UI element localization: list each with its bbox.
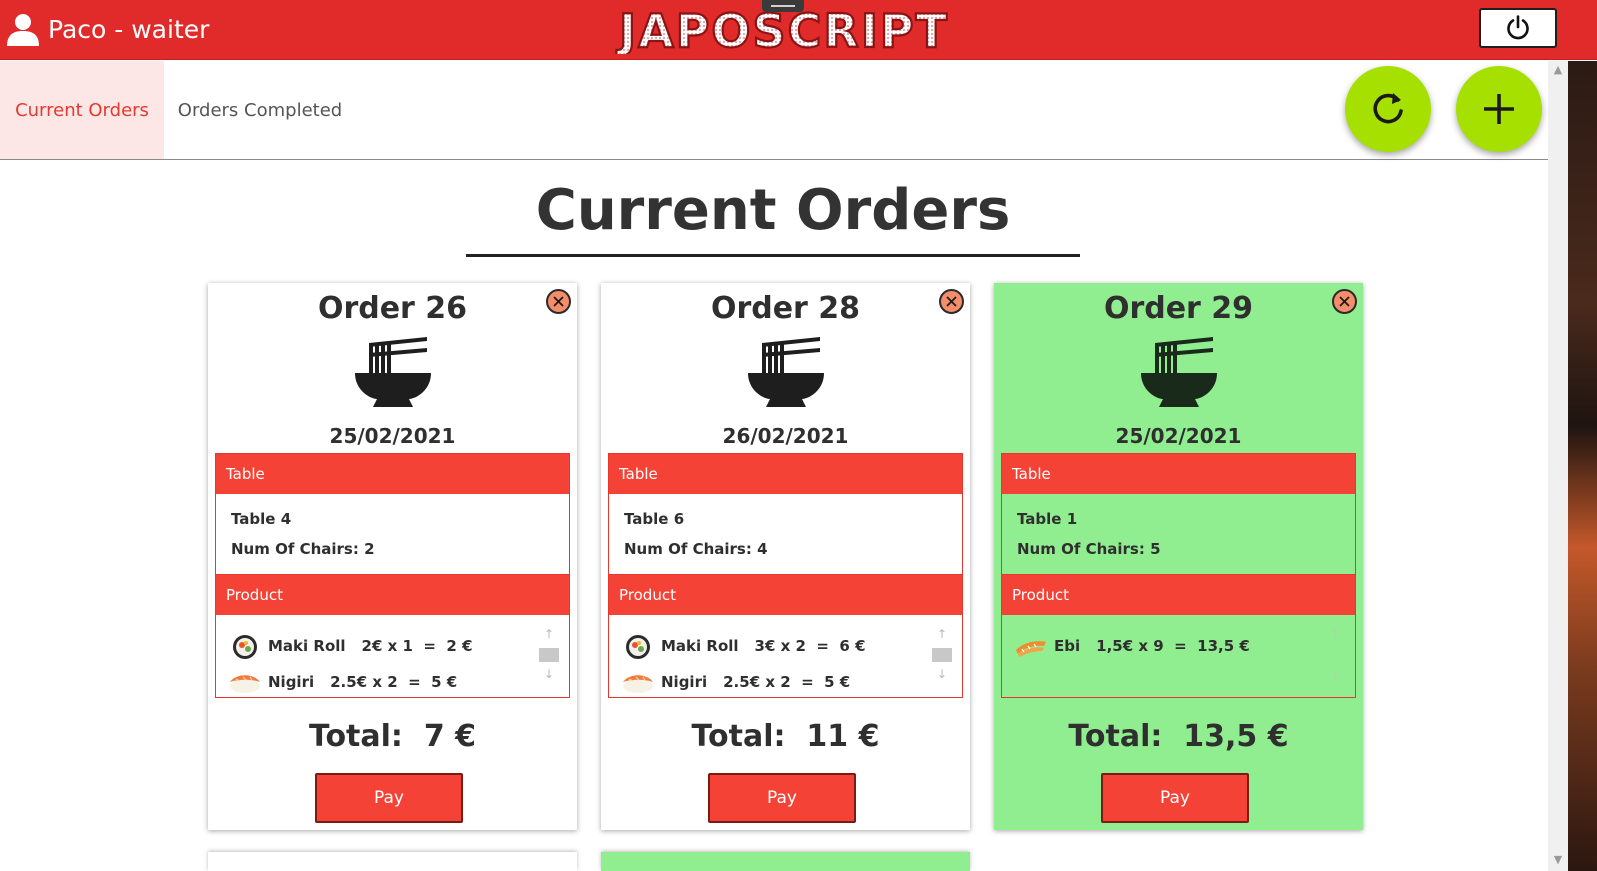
product-name: Nigiri <box>268 673 315 691</box>
noodle-bowl-icon <box>748 337 824 407</box>
product-list[interactable]: Maki Roll 3€ x 2 = 6 € Nigiri 2.5€ x 2 =… <box>609 616 962 697</box>
page-title: Current Orders <box>535 178 1011 243</box>
table-section-header: Table <box>1002 454 1355 494</box>
order-card: Order 29 25/02/2021 Table Table 1 Num Of… <box>994 283 1363 830</box>
product-calc: 3€ x 2 = 6 € <box>754 637 866 655</box>
tab-label: Orders Completed <box>177 99 343 121</box>
noodle-bowl-icon <box>355 337 431 407</box>
noodle-bowl-icon <box>1141 337 1217 407</box>
maki-roll-image <box>626 635 650 659</box>
maki-roll-image <box>233 635 257 659</box>
product-section: Product Ebi 1,5€ x 9 = 13,5 € ↑ ↓ <box>1001 574 1356 698</box>
order-card: Order 28 26/02/2021 Table Table 6 Num Of… <box>601 283 970 830</box>
product-list[interactable]: Maki Roll 2€ x 1 = 2 € Nigiri 2.5€ x 2 =… <box>216 616 569 697</box>
pay-button[interactable]: Pay <box>315 773 463 823</box>
user-label: Paco - waiter <box>48 14 210 44</box>
list-item: Ebi 1,5€ x 9 = 13,5 € <box>1014 632 1250 660</box>
table-section: Table Table 4 Num Of Chairs: 2 <box>215 453 570 575</box>
product-calc: 2.5€ x 2 = 5 € <box>723 673 851 691</box>
scroll-thumb[interactable] <box>539 648 559 662</box>
nigiri-image <box>230 675 260 693</box>
nigiri-image <box>623 675 653 693</box>
list-item: Nigiri 2.5€ x 2 = 5 € <box>621 668 850 696</box>
table-section-header: Table <box>216 454 569 494</box>
list-item: Nigiri 2.5€ x 2 = 5 € <box>228 668 457 696</box>
ebi-image <box>1016 641 1046 657</box>
product-list[interactable]: Ebi 1,5€ x 9 = 13,5 € ↑ ↓ <box>1002 616 1355 697</box>
list-item: Maki Roll 2€ x 1 = 2 € <box>228 632 473 660</box>
order-date: 25/02/2021 <box>329 424 456 448</box>
order-total: Total: 11 € <box>691 719 880 754</box>
product-calc: 2€ x 1 = 2 € <box>361 637 473 655</box>
order-total: Total: 7 € <box>308 719 477 754</box>
background-photo <box>1568 61 1597 871</box>
scroll-thumb[interactable] <box>932 648 952 662</box>
tab-current-orders[interactable]: Current Orders <box>0 61 164 159</box>
num-chairs: Num Of Chairs: 5 <box>1017 540 1161 558</box>
refresh-icon <box>1373 93 1403 124</box>
order-card: Order 26 25/02/2021 Table Table 4 Num Of… <box>208 283 577 830</box>
arrow-down-icon[interactable]: ↓ <box>932 666 952 682</box>
user-info: Paco - waiter <box>6 12 209 46</box>
tab-orders-completed[interactable]: Orders Completed <box>166 61 354 159</box>
product-section: Product Maki Roll 2€ x 1 = 2 € Nigiri 2.… <box>215 574 570 698</box>
list-item: Maki Roll 3€ x 2 = 6 € <box>621 632 866 660</box>
order-card-partial <box>208 852 577 871</box>
product-name: Ebi <box>1054 637 1081 655</box>
arrow-up-icon[interactable]: ↑ <box>1325 626 1345 642</box>
refresh-button[interactable] <box>1345 66 1431 152</box>
product-list-scrollbar[interactable]: ↑ ↓ <box>1325 626 1345 690</box>
add-order-button[interactable] <box>1456 66 1542 152</box>
product-calc: 2.5€ x 2 = 5 € <box>330 673 458 691</box>
tab-label: Current Orders <box>15 99 149 121</box>
arrow-up-icon[interactable]: ↑ <box>932 626 952 642</box>
order-card-partial <box>601 852 970 871</box>
pay-button[interactable]: Pay <box>708 773 856 823</box>
product-name: Maki Roll <box>661 637 739 655</box>
order-date: 26/02/2021 <box>722 424 849 448</box>
plus-icon <box>1484 94 1514 124</box>
product-name: Nigiri <box>661 673 708 691</box>
arrow-up-icon[interactable]: ↑ <box>539 626 559 642</box>
product-section-header: Product <box>216 575 569 615</box>
window-drag-handle[interactable] <box>762 0 804 12</box>
order-title: Order 26 <box>317 291 468 326</box>
power-icon <box>1507 15 1529 40</box>
product-list-scrollbar[interactable]: ↑ ↓ <box>932 626 952 690</box>
table-section-header: Table <box>609 454 962 494</box>
table-name: Table 1 <box>1017 510 1078 528</box>
table-section: Table Table 6 Num Of Chairs: 4 <box>608 453 963 575</box>
table-name: Table 4 <box>231 510 292 528</box>
scroll-up-icon[interactable]: ▲ <box>1552 63 1564 77</box>
app-header: Paco - waiter JAPOSCRIPT <box>0 0 1597 60</box>
tab-bar: Current Orders Orders Completed <box>0 61 1548 160</box>
product-section: Product Maki Roll 3€ x 2 = 6 € Nigiri 2.… <box>608 574 963 698</box>
arrow-down-icon[interactable]: ↓ <box>1325 666 1345 682</box>
table-name: Table 6 <box>624 510 685 528</box>
num-chairs: Num Of Chairs: 4 <box>624 540 768 558</box>
pay-button[interactable]: Pay <box>1101 773 1249 823</box>
logout-button[interactable] <box>1479 8 1557 48</box>
product-section-header: Product <box>1002 575 1355 615</box>
user-icon <box>7 14 39 46</box>
arrow-down-icon[interactable]: ↓ <box>539 666 559 682</box>
product-name: Maki Roll <box>268 637 346 655</box>
order-date: 25/02/2021 <box>1115 424 1242 448</box>
order-total: Total: 13,5 € <box>1068 719 1289 754</box>
title-underline <box>466 254 1080 257</box>
order-title: Order 29 <box>1103 291 1254 326</box>
table-section: Table Table 1 Num Of Chairs: 5 <box>1001 453 1356 575</box>
product-section-header: Product <box>609 575 962 615</box>
num-chairs: Num Of Chairs: 2 <box>231 540 375 558</box>
page-scrollbar[interactable]: ▲ ▼ <box>1548 61 1568 871</box>
order-title: Order 28 <box>710 291 861 326</box>
scroll-down-icon[interactable]: ▼ <box>1552 853 1564 867</box>
product-list-scrollbar[interactable]: ↑ ↓ <box>539 626 559 690</box>
product-calc: 1,5€ x 9 = 13,5 € <box>1096 637 1250 655</box>
